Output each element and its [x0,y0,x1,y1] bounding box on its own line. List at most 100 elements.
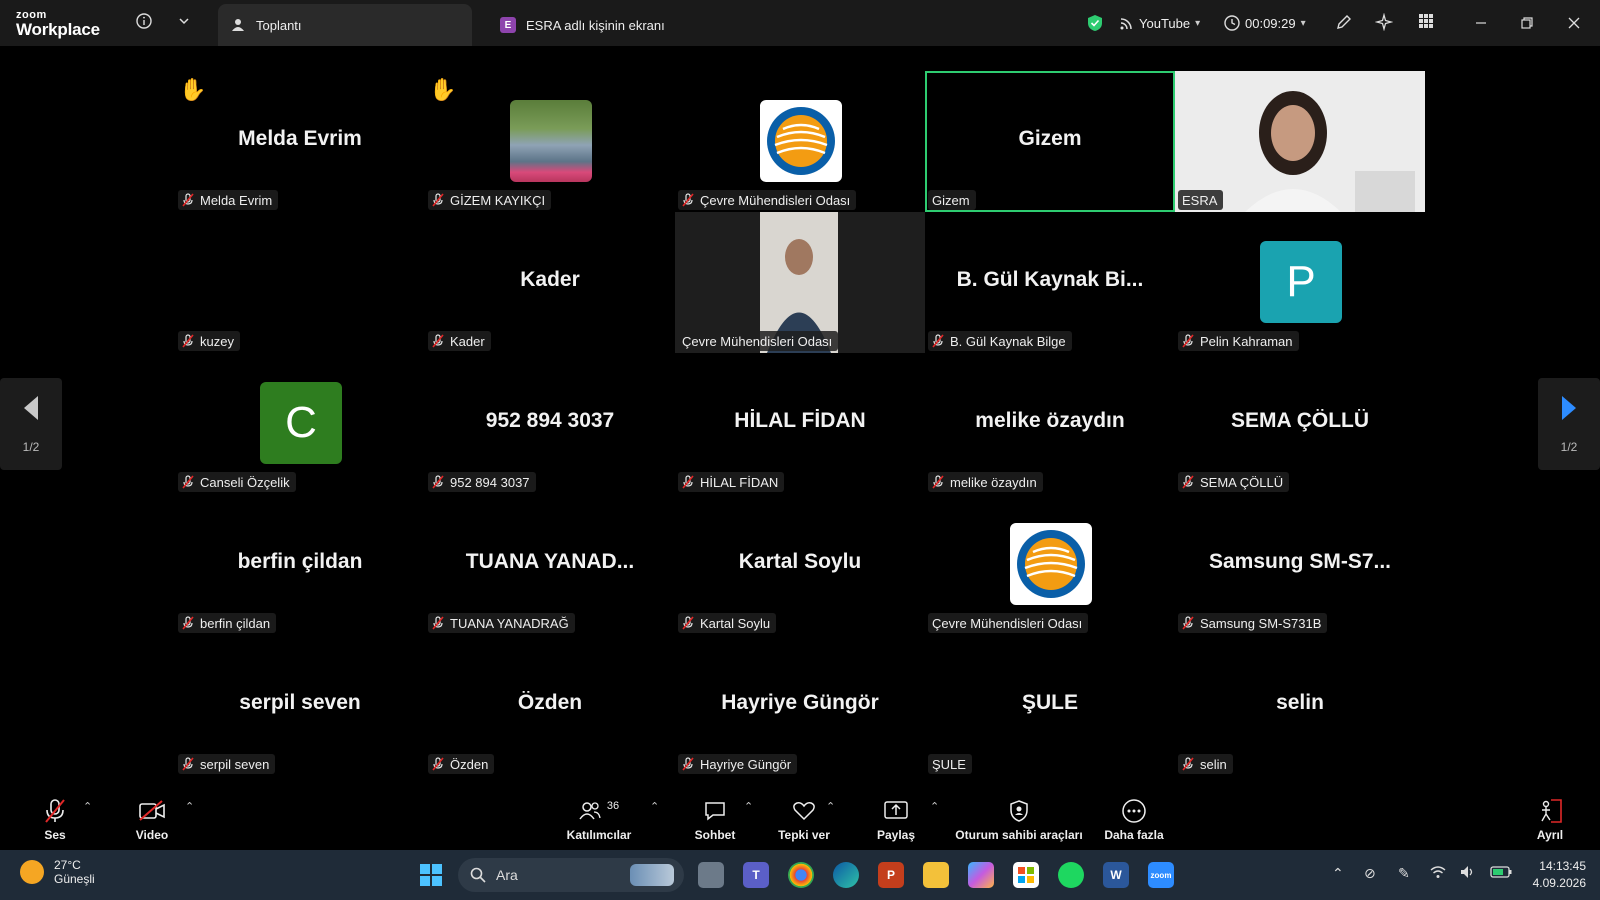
participant-tile[interactable]: ✋ GİZEM KAYIKÇI [425,71,675,212]
taskbar-clock[interactable]: 14:13:45 4.09.2026 [1533,858,1586,892]
participant-tile[interactable]: HİLAL FİDAN HİLAL FİDAN [675,353,925,494]
participant-display-name: Kartal Soylu [738,550,862,573]
apps-grid-icon[interactable] [1416,13,1436,33]
next-page-button[interactable]: 1/2 [1538,378,1600,470]
participant-name-label: kuzey [178,331,240,351]
edge-icon[interactable] [833,862,859,888]
live-stream-button[interactable]: YouTube ▾ [1120,11,1200,35]
host-shield-icon [1009,798,1029,824]
video-button[interactable]: Video [132,788,172,850]
participant-tile[interactable]: kuzey [175,212,425,353]
participant-display-name: Samsung SM-S7... [1208,550,1392,573]
zoom-taskbar-icon[interactable]: zoom [1148,862,1174,888]
network-off-icon[interactable]: ⊘ [1364,865,1376,882]
participant-tile[interactable]: melike özaydın melike özaydın [925,353,1175,494]
mic-muted-icon [682,193,694,207]
powerpoint-icon[interactable]: P [878,862,904,888]
participant-name-label: GİZEM KAYIKÇI [428,190,552,210]
chat-button[interactable]: Sohbet [693,788,737,850]
react-button[interactable]: Tepki ver [776,788,832,850]
video-options-caret-icon[interactable]: ⌃ [185,800,194,813]
more-button[interactable]: Daha fazla [1103,788,1165,850]
windows-start-icon[interactable] [418,862,444,888]
participant-name: Samsung SM-S731B [1200,615,1322,631]
participant-name: melike özaydın [950,474,1037,490]
participant-name: selin [1200,756,1227,772]
participant-name-label: melike özaydın [928,472,1043,492]
security-shield-icon[interactable] [1087,11,1108,35]
file-explorer-icon[interactable] [923,862,949,888]
annotate-pen-icon[interactable] [1334,13,1354,33]
task-view-icon[interactable] [698,862,724,888]
participant-tile[interactable]: ŞULE ŞULE [925,635,1175,776]
teams-icon[interactable]: T [743,862,769,888]
meeting-timer[interactable]: 00:09:29 ▾ [1224,11,1306,35]
participant-tile[interactable]: TUANA YANAD... TUANA YANADRAĞ [425,494,675,635]
tab-meeting[interactable]: Toplantı [218,4,472,46]
profile-photo [510,100,592,182]
mic-tray-icon[interactable]: ✎ [1398,865,1410,882]
participant-display-name: Melda Evrim [238,127,362,150]
microsoft-store-icon[interactable] [1013,862,1039,888]
participants-button[interactable]: 36 Katılımcılar [567,788,632,850]
chrome-icon[interactable] [788,862,814,888]
participant-tile[interactable]: selin selin [1175,635,1425,776]
participant-tile[interactable]: 952 894 3037 952 894 3037 [425,353,675,494]
react-caret-icon[interactable]: ⌃ [826,800,835,813]
participant-tile[interactable]: Kader Kader [425,212,675,353]
participant-tile[interactable]: Çevre Mühendisleri Odası [925,494,1175,635]
share-button[interactable]: Paylaş [872,788,920,850]
participant-tile[interactable]: Hayriye Güngör Hayriye Güngör [675,635,925,776]
host-tools-button[interactable]: Oturum sahibi araçları [952,788,1086,850]
participant-tile[interactable]: C Canseli Özçelik [175,353,425,494]
spotify-icon[interactable] [1058,862,1084,888]
participant-tile[interactable]: berfin çildan berfin çildan [175,494,425,635]
participant-display-name: Gizem [1018,127,1082,150]
tray-overflow-icon[interactable]: ⌃ [1332,865,1344,882]
participants-caret-icon[interactable]: ⌃ [650,800,659,813]
user-badge: E [500,17,516,33]
participant-name: Canseli Özçelik [200,474,290,490]
wifi-icon[interactable] [1430,865,1446,882]
previous-page-button[interactable]: 1/2 [0,378,62,470]
participant-tile[interactable]: Kartal Soylu Kartal Soylu [675,494,925,635]
participant-tile[interactable]: ✋ Melda Evrim Melda Evrim [175,71,425,212]
participant-tile[interactable]: Samsung SM-S7... Samsung SM-S731B [1175,494,1425,635]
close-icon[interactable] [1562,11,1586,35]
audio-options-caret-icon[interactable]: ⌃ [83,800,92,813]
volume-icon[interactable] [1460,865,1476,882]
chat-caret-icon[interactable]: ⌃ [744,800,753,813]
participant-tile[interactable]: P Pelin Kahraman [1175,212,1425,353]
mic-muted-icon [932,475,944,489]
tab-shared-screen[interactable]: E ESRA adlı kişinin ekranı [488,4,728,46]
participant-tile[interactable]: B. Gül Kaynak Bi... B. Gül Kaynak Bilge [925,212,1175,353]
participant-tile[interactable]: Çevre Mühendisleri Odası [675,212,925,353]
leave-button[interactable]: Ayrıl [1530,788,1570,850]
share-caret-icon[interactable]: ⌃ [930,800,939,813]
arrow-right-icon [1560,395,1578,428]
participant-name-label: HİLAL FİDAN [678,472,785,492]
participant-tile[interactable]: Gizem Gizem [925,71,1175,212]
participants-icon: 36 [579,798,619,824]
organization-logo [760,100,842,182]
ai-sparkle-icon[interactable] [1374,12,1394,33]
weather-widget[interactable]: 27°C Güneşli [20,858,95,887]
minimize-icon[interactable] [1469,11,1493,35]
restore-icon[interactable] [1515,11,1539,35]
chevron-down-icon[interactable] [174,13,194,33]
participant-name: Çevre Mühendisleri Odası [682,333,833,349]
info-icon[interactable] [134,13,154,33]
audio-button[interactable]: Ses [38,788,72,850]
battery-icon[interactable] [1490,865,1512,881]
participant-tile[interactable]: Özden Özden [425,635,675,776]
participant-name-label: selin [1178,754,1233,774]
copilot-icon[interactable] [968,862,994,888]
participant-tile[interactable]: ESRA [1175,71,1425,212]
taskbar-search[interactable]: Ara [458,858,684,892]
participant-tile[interactable]: Çevre Mühendisleri Odası [675,71,925,212]
participant-tile[interactable]: serpil seven serpil seven [175,635,425,776]
word-icon[interactable]: W [1103,862,1129,888]
participant-tile[interactable]: SEMA ÇÖLLÜ SEMA ÇÖLLÜ [1175,353,1425,494]
mic-muted-icon [432,475,444,489]
participant-name: Çevre Mühendisleri Odası [932,615,1083,631]
